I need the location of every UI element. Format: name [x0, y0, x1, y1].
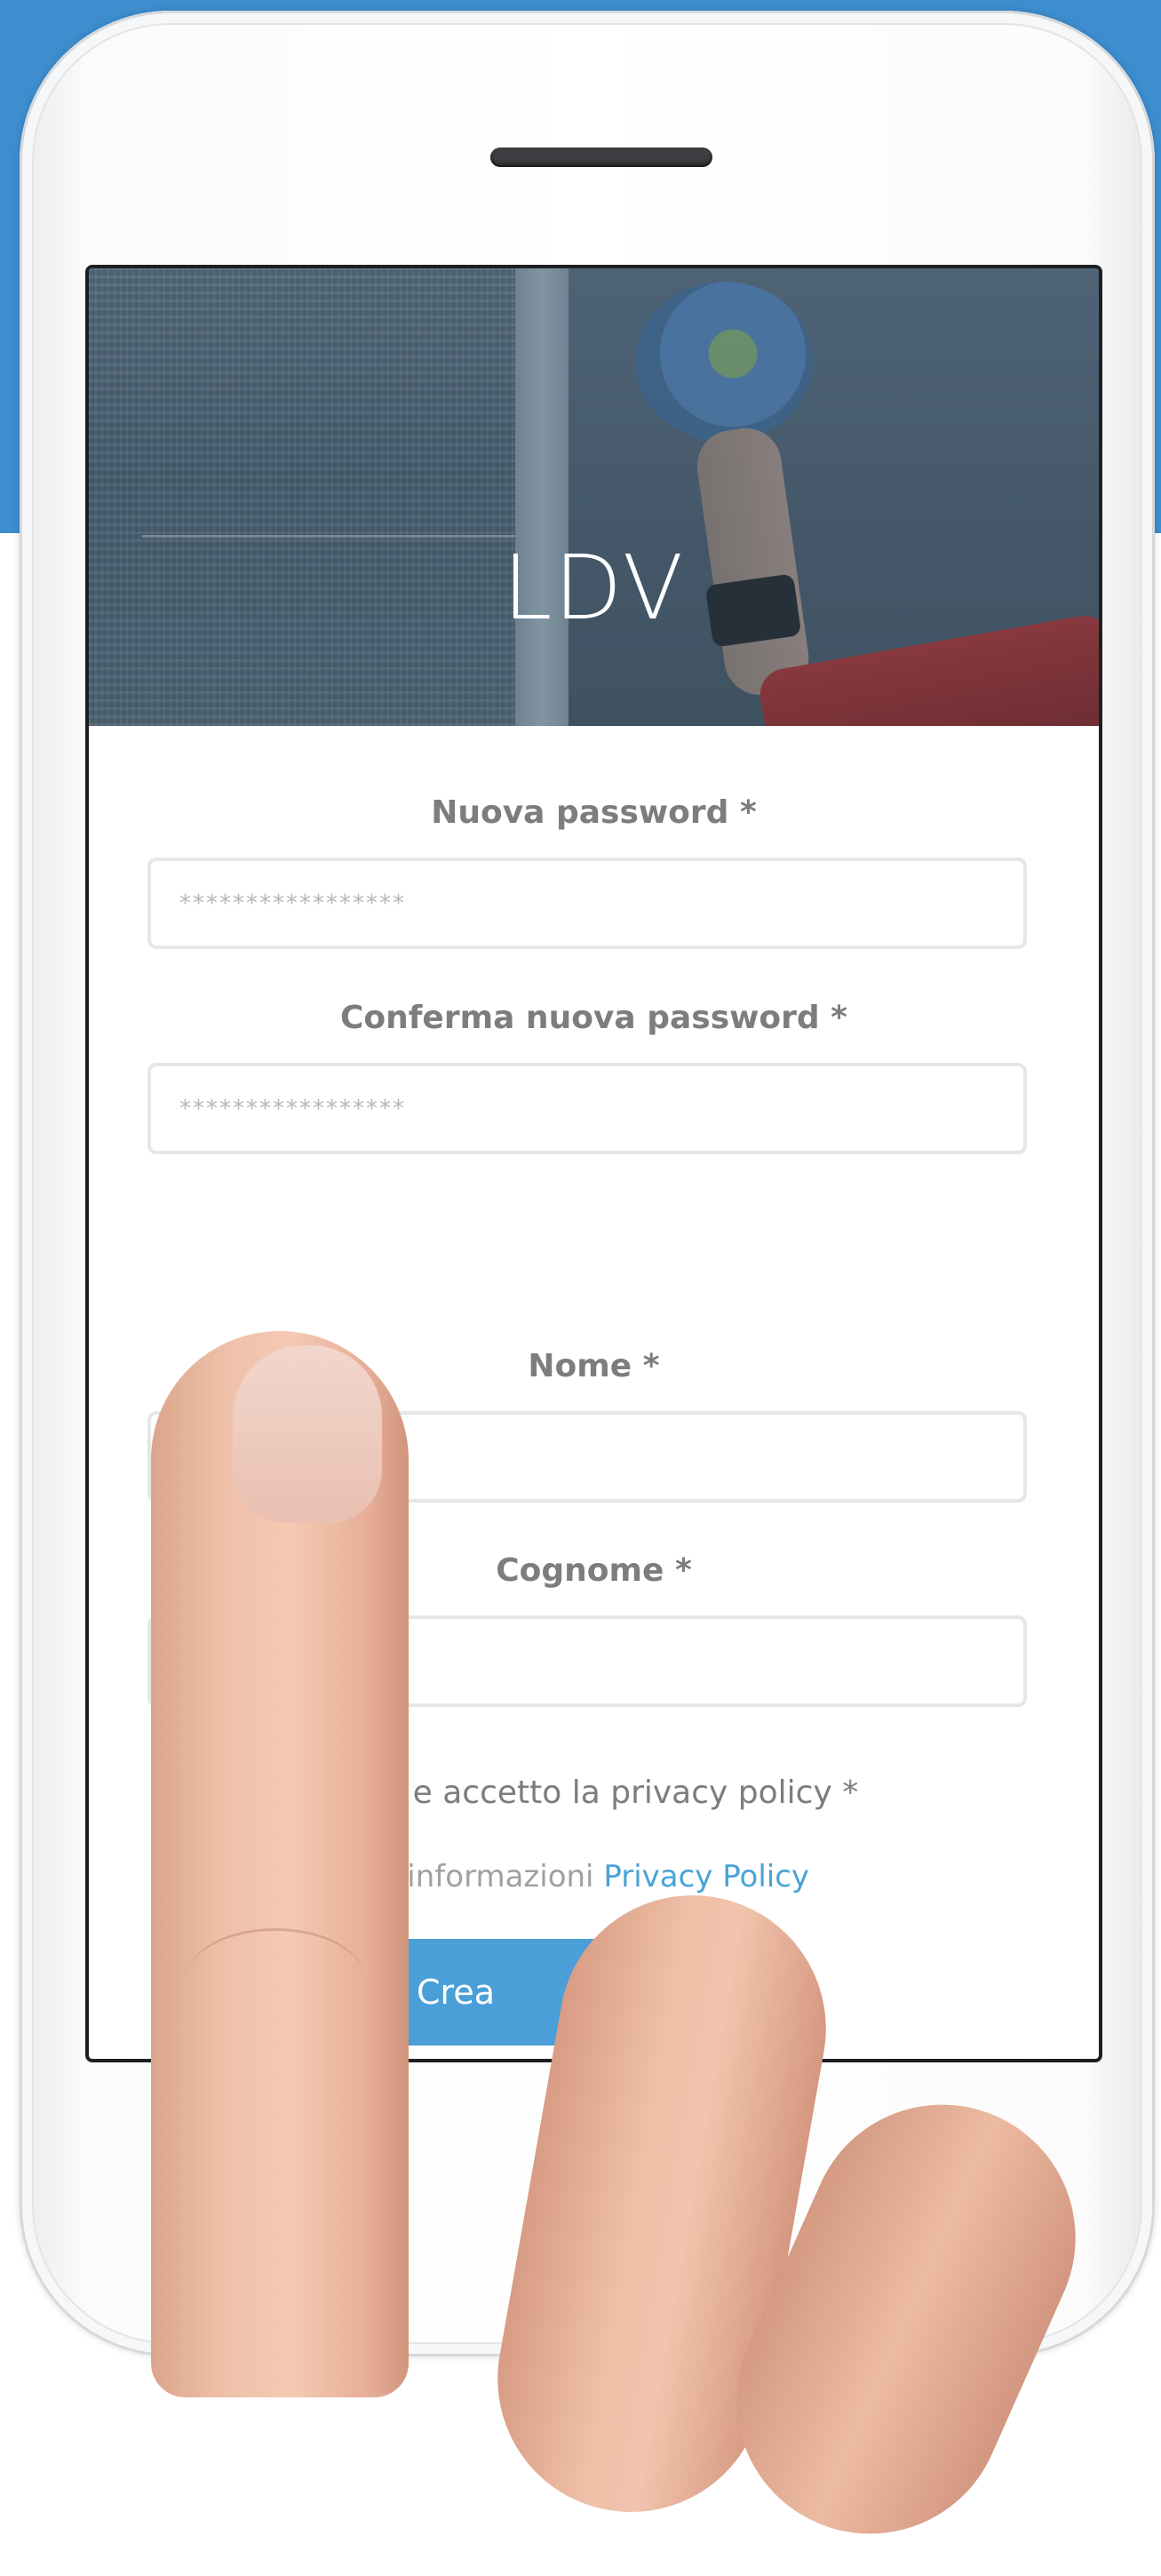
new-password-input[interactable] [147, 857, 1027, 949]
fingernail-image [233, 1345, 382, 1523]
confirm-password-label: Conferma nuova password * [339, 1000, 848, 1036]
app-title: LDV [502, 536, 686, 640]
confirm-password-input[interactable] [147, 1063, 1027, 1154]
privacy-info-prefix: ù informazioni [378, 1859, 604, 1894]
privacy-policy-link[interactable]: Privacy Policy [603, 1859, 809, 1894]
phone-speaker [490, 148, 712, 167]
new-password-label: Nuova password * [431, 794, 757, 831]
hero-banner: LDV [89, 268, 1099, 726]
